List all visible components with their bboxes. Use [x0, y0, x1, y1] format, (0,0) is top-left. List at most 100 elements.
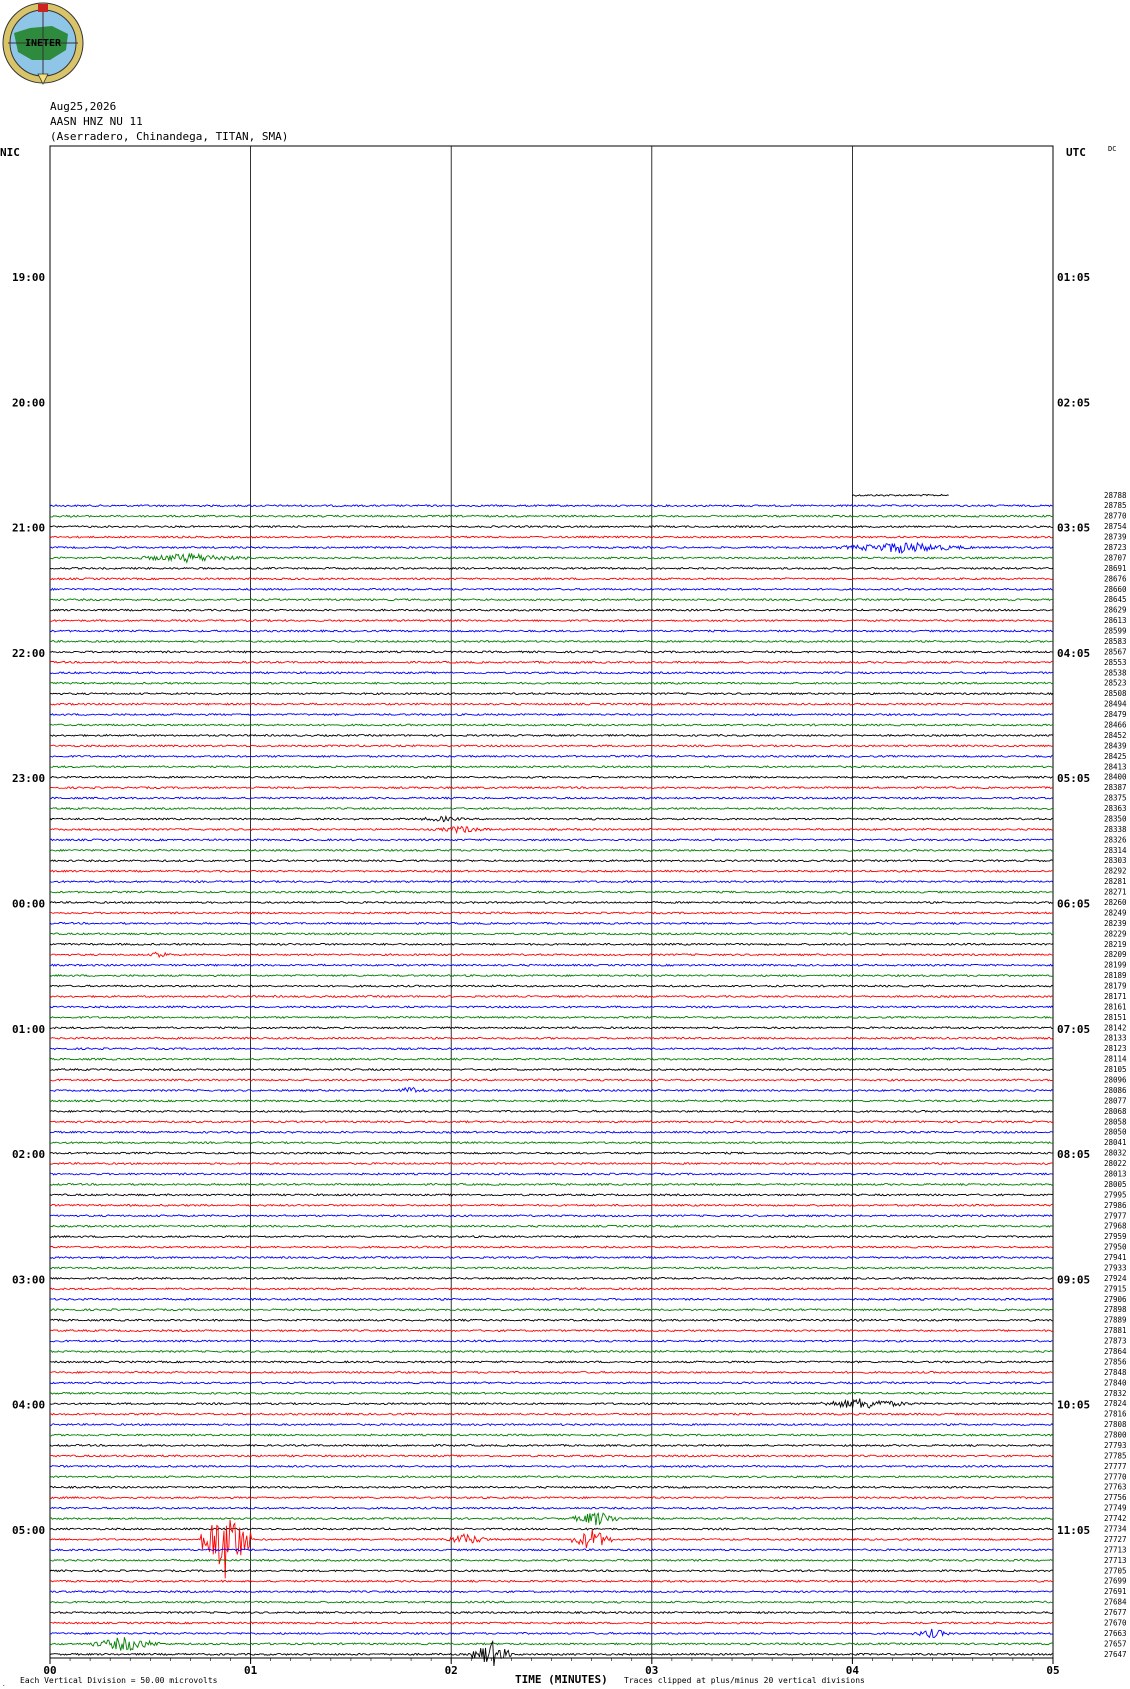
trace-count-label: 27691: [1104, 1587, 1127, 1596]
trace-line: [49, 1120, 1054, 1124]
trace-count-label: 28077: [1104, 1096, 1127, 1105]
trace-line: [49, 504, 1054, 508]
right-timezone-label: UTC: [1066, 146, 1086, 159]
trace-count-label: 28466: [1104, 720, 1127, 729]
hour-labels: 19:00 20:00 21:00 22:00 23:00 00:00 01:00 02:00…: [12, 271, 1090, 1537]
trace-count-label: 27800: [1104, 1431, 1127, 1440]
trace-line: [49, 1067, 1054, 1072]
trace-line: [49, 1308, 1054, 1312]
trace-count-label: 27995: [1104, 1190, 1127, 1199]
trace-count-label: 28179: [1104, 982, 1127, 991]
trace-line: [49, 650, 1054, 654]
trace-line: [49, 1639, 1054, 1667]
trace-count-label: 28707: [1104, 553, 1127, 562]
trace-line: [49, 1235, 1054, 1239]
trace-line: [49, 702, 1054, 706]
trace-count-label: 28613: [1104, 616, 1127, 625]
trace-count-label: 28567: [1104, 647, 1127, 656]
logo-text: INETER: [25, 38, 62, 49]
trace-line: [49, 629, 1054, 633]
trace-line: [49, 1255, 1054, 1260]
trace-line: [49, 1422, 1054, 1427]
trace-count-label: 28479: [1104, 710, 1127, 719]
trace-line: [50, 911, 1054, 915]
left-hour-label: 05:00: [12, 1524, 45, 1537]
trace-count-label: 27647: [1104, 1650, 1127, 1659]
trace-line: [49, 1161, 1054, 1166]
trace-line: [49, 942, 1054, 946]
trace-count-label: 27873: [1104, 1337, 1127, 1346]
trace-count-label: 28133: [1104, 1034, 1127, 1043]
trace-count-label: 28068: [1104, 1107, 1127, 1116]
trace-count-label: 28452: [1104, 731, 1127, 740]
trace-count-label: 28400: [1104, 773, 1127, 782]
trace-line: [49, 1496, 1054, 1500]
trace-count-label: 27777: [1104, 1462, 1127, 1471]
trace-count-label: 27968: [1104, 1222, 1127, 1231]
trace-count-label: 27986: [1104, 1201, 1127, 1210]
trace-line: [49, 660, 1053, 664]
right-hour-label: 10:05: [1057, 1399, 1090, 1412]
trace-line: [49, 1443, 1054, 1448]
trace-line: [49, 900, 1054, 905]
right-hour-label: 06:05: [1057, 898, 1090, 911]
trace-line: [49, 1130, 1054, 1134]
trace-count-label: 27742: [1104, 1514, 1127, 1523]
right-hour-label: 07:05: [1057, 1023, 1090, 1036]
trace-line: [49, 1318, 1054, 1322]
ineter-logo: INETER: [2, 2, 84, 85]
trace-count-label: 27670: [1104, 1618, 1127, 1627]
right-hour-label: 03:05: [1057, 522, 1090, 535]
trace-line: [50, 681, 1054, 685]
trace-count-label: 28005: [1104, 1180, 1127, 1189]
trace-count-label: 28171: [1104, 992, 1127, 1001]
trace-count-label: 28314: [1104, 846, 1127, 855]
trace-count-label: 28050: [1104, 1128, 1127, 1137]
trace-line: [49, 869, 1054, 873]
right-hour-label: 01:05: [1057, 271, 1090, 284]
trace-count-label: 28032: [1104, 1149, 1127, 1158]
left-hour-label: 00:00: [12, 898, 45, 911]
right-hour-label: 04:05: [1057, 647, 1090, 660]
trace-line: [49, 848, 1054, 852]
left-hour-label: 20:00: [12, 396, 45, 409]
trace-count-label: 27941: [1104, 1253, 1127, 1262]
trace-count-label: 27705: [1104, 1566, 1127, 1575]
trace-line: [49, 1086, 1054, 1094]
trace-line: [49, 1590, 1054, 1594]
trace-count-label: 28229: [1104, 929, 1127, 938]
trace-line: [49, 608, 1054, 612]
trace-count-label: 27840: [1104, 1378, 1127, 1387]
trace-line: [49, 1329, 1054, 1333]
trace-count-label: 28326: [1104, 835, 1127, 844]
trace-count-label: 28387: [1104, 783, 1127, 792]
trace-count-label: 28249: [1104, 908, 1127, 917]
trace-line: [49, 1621, 1054, 1625]
trace-count-label: 28629: [1104, 606, 1127, 615]
trace-count-label: 27793: [1104, 1441, 1127, 1450]
trace-line: [49, 541, 1054, 554]
trace-count-label: 28754: [1104, 522, 1127, 531]
trace-line: [852, 493, 949, 497]
trace-line: [49, 1099, 1054, 1103]
trace-count-label: 28338: [1104, 825, 1127, 834]
trace-line: [49, 1224, 1054, 1228]
trace-line: [50, 1433, 1054, 1437]
trace-line: [49, 932, 1054, 936]
trace-line: [49, 1569, 1054, 1573]
trace-count-label: 27856: [1104, 1357, 1127, 1366]
trace-line: [49, 1637, 1054, 1651]
trace-line: [49, 1057, 1054, 1061]
trace-line: [49, 1078, 1054, 1082]
trace-line: [49, 1381, 1054, 1385]
trace-line: [49, 1558, 1054, 1562]
trace-count-label: 28260: [1104, 898, 1127, 907]
trace-line: [49, 1151, 1054, 1155]
trace-line: [49, 1610, 1054, 1615]
trace-line: [49, 1512, 1054, 1526]
trace-count-label: 27663: [1104, 1629, 1127, 1638]
trace-count-label: 28785: [1104, 501, 1127, 510]
x-tick-label: 05: [1046, 1664, 1059, 1677]
trace-count-label: 28538: [1104, 668, 1127, 677]
trace-count-label: 28425: [1104, 752, 1127, 761]
